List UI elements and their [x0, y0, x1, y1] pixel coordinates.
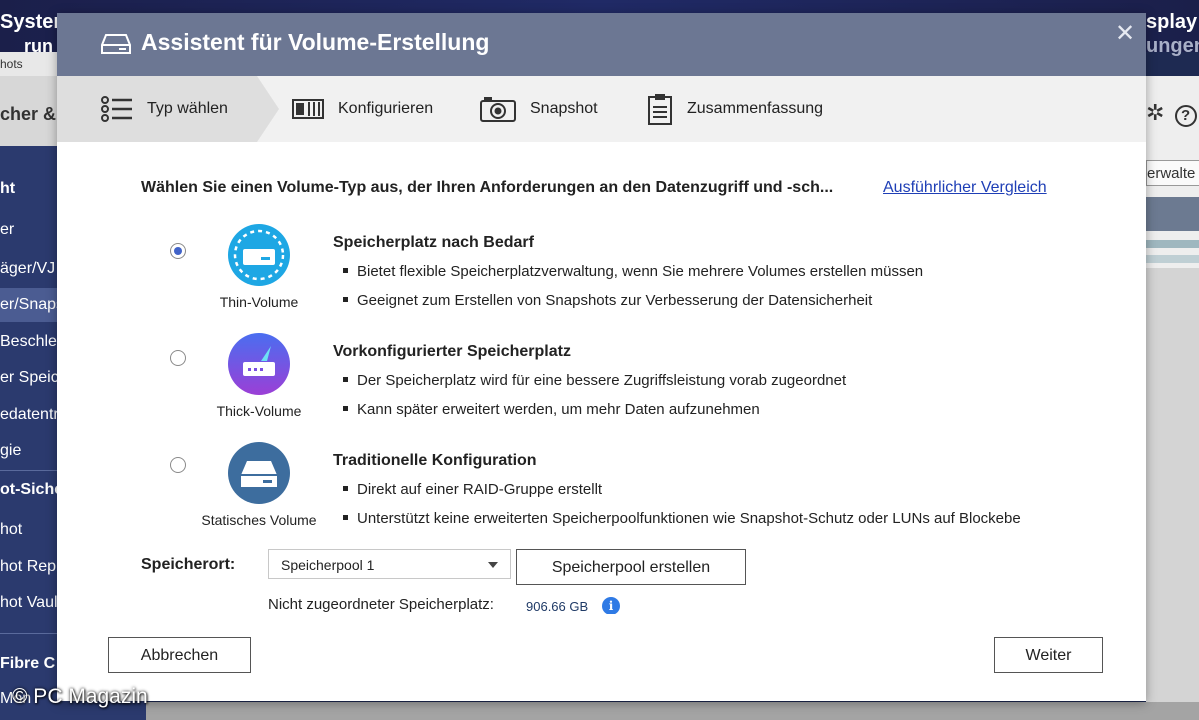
active-step-arrow	[257, 76, 279, 142]
bullet-icon	[343, 296, 348, 302]
background-sidebar-item[interactable]: er Speich	[0, 369, 60, 387]
create-storage-pool-button[interactable]: Speicherpool erstellen	[516, 549, 746, 585]
background-table-body	[1146, 268, 1199, 720]
unallocated-space-value: 906.66 GB	[526, 599, 589, 614]
bullet-text: Unterstützt keine erweiterten Speicherpo…	[357, 510, 1021, 527]
background-right-title: splay ungen	[1146, 10, 1199, 58]
dialog-header: Assistent für Volume-Erstellung ✕	[57, 13, 1146, 76]
background-sidebar-item[interactable]: hot Repli	[0, 558, 60, 576]
thick-volume-title: Vorkonfigurierter Speicherplatz	[333, 343, 571, 360]
bullet-text: Bietet flexible Speicherplatzverwaltung,…	[357, 263, 924, 280]
static-volume-bullet: Unterstützt keine erweiterten Speicherpo…	[343, 510, 1061, 527]
thick-volume-radio[interactable]	[170, 350, 186, 366]
intro-text: Wählen Sie einen Volume-Typ aus, der Ihr…	[141, 179, 834, 196]
thin-volume-bullet: Geeignet zum Erstellen von Snapshots zur…	[343, 292, 1061, 309]
bullet-text: Geeignet zum Erstellen von Snapshots zur…	[357, 292, 873, 309]
unallocated-space-label: Nicht zugeordneter Speicherplatz:	[268, 596, 494, 613]
bullet-icon	[343, 405, 348, 411]
static-volume-title: Traditionelle Konfiguration	[333, 452, 537, 469]
background-sidebar-group[interactable]: Fibre C	[0, 655, 60, 673]
background-manage-button[interactable]: erwalte	[1146, 160, 1199, 186]
static-volume-label: Statisches Volume	[201, 512, 317, 528]
background-table-row	[1146, 255, 1199, 263]
bullet-icon	[343, 267, 348, 273]
background-help-icon[interactable]: ?	[1174, 105, 1197, 127]
volume-wizard-dialog: Assistent für Volume-Erstellung ✕ Typ wä…	[57, 13, 1146, 701]
background-sidebar-group[interactable]: ot-Siche	[0, 481, 60, 499]
background-app-title: System run	[0, 10, 60, 58]
background-table-row	[1146, 240, 1199, 248]
cancel-button[interactable]: Abbrechen	[108, 637, 251, 673]
background-sidebar-item-selected[interactable]: er/Snaps	[0, 288, 60, 322]
step-label: Snapshot	[530, 100, 598, 117]
background-toolbar: ✲ ?	[1146, 100, 1197, 127]
step-summary[interactable]: Zusammenfassung	[647, 76, 823, 142]
background-statusbar	[146, 702, 1199, 720]
thick-volume-label: Thick-Volume	[216, 403, 302, 419]
step-select-type[interactable]: Typ wählen	[101, 76, 228, 142]
thick-volume-icon	[228, 333, 290, 395]
step-label: Zusammenfassung	[687, 100, 824, 117]
comparison-link[interactable]: Ausführlicher Vergleich	[883, 179, 1047, 197]
thick-volume-bullet: Kann später erweitert werden, um mehr Da…	[343, 401, 1061, 418]
thin-volume-bullet: Bietet flexible Speicherplatzverwaltung,…	[343, 263, 1061, 280]
background-sidebar-item[interactable]: er	[0, 221, 60, 239]
chevron-down-icon	[488, 562, 498, 568]
step-snapshot[interactable]: Snapshot	[480, 76, 598, 142]
bullet-text: Kann später erweitert werden, um mehr Da…	[357, 401, 760, 418]
background-sidebar-item[interactable]: äger/VJ	[0, 260, 60, 278]
background-sidebar-item[interactable]: Beschle	[0, 333, 60, 351]
background-sidebar-item[interactable]: edatentr	[0, 406, 60, 424]
background-sidebar-item[interactable]: ht	[0, 180, 60, 198]
configure-icon	[292, 99, 324, 119]
static-volume-radio[interactable]	[170, 457, 186, 473]
background-breadcrumb: hots	[0, 52, 60, 76]
thick-volume-bullet: Der Speicherplatz wird für eine bessere …	[343, 372, 1061, 389]
background-table-header	[1146, 197, 1199, 231]
thin-volume-title: Speicherplatz nach Bedarf	[333, 234, 534, 251]
background-settings-icon[interactable]: ✲	[1146, 100, 1164, 125]
option-static-volume[interactable]: Statisches Volume Traditionelle Konfigur…	[57, 441, 1146, 545]
bullet-icon	[343, 485, 348, 491]
step-label: Konfigurieren	[338, 100, 434, 117]
bullet-text: Direkt auf einer RAID-Gruppe erstellt	[357, 481, 603, 498]
background-sidebar-item[interactable]: hot Vault	[0, 594, 60, 612]
thin-volume-icon	[228, 224, 290, 286]
clipboard-icon	[648, 94, 672, 125]
background-section-title: cher & S	[0, 76, 60, 146]
static-volume-icon	[228, 442, 290, 504]
dialog-title: Assistent für Volume-Erstellung	[141, 29, 490, 55]
list-icon	[101, 96, 132, 122]
static-volume-bullet: Direkt auf einer RAID-Gruppe erstellt	[343, 481, 1061, 498]
bullet-icon	[343, 514, 348, 520]
close-icon[interactable]: ✕	[1115, 19, 1135, 48]
unallocated-space: Nicht zugeordneter Speicherplatz: 906.66…	[268, 596, 628, 614]
hard-drive-icon	[101, 34, 131, 54]
wizard-steps: Typ wählen Konfigurieren Snapshot Zusamm…	[57, 76, 1146, 142]
background-sidebar-item[interactable]: gie	[0, 442, 60, 460]
background-right-title-line2: ungen	[1146, 35, 1199, 57]
background-app-title-line1: System	[0, 11, 60, 33]
background-sidebar-item[interactable]: hot	[0, 521, 60, 539]
storage-pool-select[interactable]: Speicherpool 1	[268, 549, 511, 579]
info-icon[interactable]: i	[602, 597, 620, 614]
step-label: Typ wählen	[147, 100, 228, 117]
watermark: © PC Magazin	[12, 685, 148, 708]
background-sidebar-divider	[0, 633, 60, 634]
next-button[interactable]: Weiter	[994, 637, 1103, 673]
background-sidebar-divider	[0, 470, 60, 471]
option-thick-volume[interactable]: Thick-Volume Vorkonfigurierter Speicherp…	[57, 332, 1146, 436]
thin-volume-radio[interactable]	[170, 243, 186, 259]
bullet-text: Der Speicherplatz wird für eine bessere …	[357, 372, 847, 389]
step-configure[interactable]: Konfigurieren	[292, 76, 433, 142]
option-thin-volume[interactable]: Thin-Volume Speicherplatz nach Bedarf Bi…	[57, 223, 1146, 327]
storage-pool-select-value: Speicherpool 1	[281, 557, 375, 573]
bullet-icon	[343, 376, 348, 382]
camera-icon	[480, 97, 516, 122]
thin-volume-label: Thin-Volume	[219, 294, 299, 310]
storage-location-label: Speicherort:	[141, 556, 236, 573]
background-right-title-line1: splay	[1146, 11, 1198, 33]
